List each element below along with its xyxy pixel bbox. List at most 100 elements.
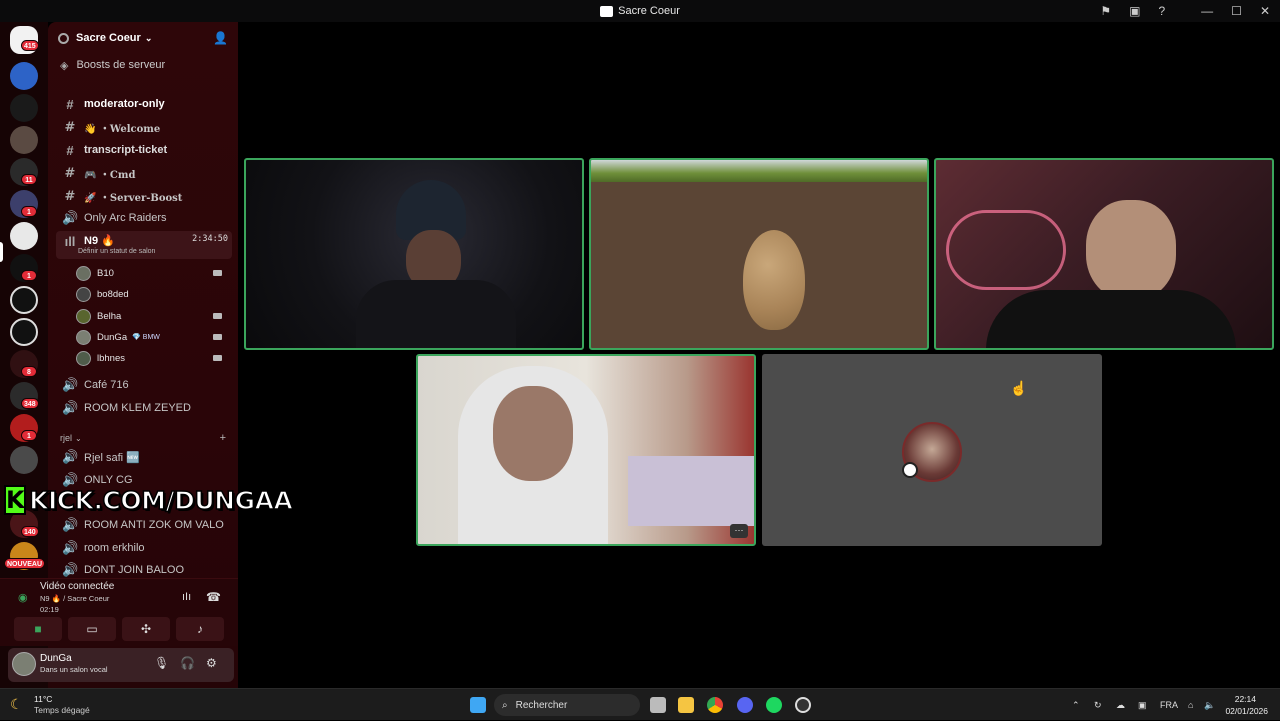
dm-badge: 415 <box>21 40 39 51</box>
voice-channel-path[interactable]: N9 🔥 / Sacre Coeur <box>40 594 109 603</box>
file-explorer-icon[interactable] <box>678 697 694 713</box>
voice-channel-active[interactable]: ıll N9 🔥 2:34:50 Définir un statut de sa… <box>56 231 232 259</box>
clock-time[interactable]: 22:14 <box>1235 694 1256 704</box>
voice-user[interactable]: bo8ded <box>76 284 232 304</box>
discord-app-icon <box>600 5 614 17</box>
voice-user[interactable]: Belha <box>76 306 232 326</box>
discord-icon[interactable] <box>737 697 753 713</box>
maximize-button[interactable]: ☐ <box>1231 4 1242 18</box>
user-name: Belha <box>97 310 122 322</box>
stream-overlay-kick: K KICK.COM/DUNGAA <box>4 484 294 516</box>
boosts-link[interactable]: ◈ Boosts de serveur <box>48 54 238 76</box>
minimize-button[interactable]: — <box>1201 4 1213 18</box>
video-tile[interactable] <box>934 158 1274 350</box>
kick-logo-icon: K <box>4 485 27 515</box>
volume-icon[interactable]: 🔈 <box>1204 689 1215 721</box>
voice-connection-panel: ◉ Vidéo connectée N9 🔥 / Sacre Coeur 02:… <box>0 578 238 646</box>
microphone-icon[interactable]: 🎙 <box>154 656 169 670</box>
channel-cmd[interactable]: # 🎮 ・Cmd <box>56 163 232 183</box>
chrome-icon[interactable] <box>707 697 723 713</box>
voice-user[interactable]: DunGa 💎 BMW <box>76 327 232 347</box>
gear-icon[interactable]: ⚙ <box>206 656 217 670</box>
voice-channel-dont-join[interactable]: 🔊 DONT JOIN BALOO <box>56 560 232 580</box>
camera-icon <box>213 355 222 361</box>
voice-channel-anti-zok[interactable]: 🔊 ROOM ANTI ZOK OM VALO <box>56 515 232 535</box>
speaker-icon: 🔊 <box>62 562 79 577</box>
avatar[interactable] <box>12 652 36 676</box>
language-indicator[interactable]: FRA <box>1160 689 1178 721</box>
server-icon[interactable] <box>10 94 38 122</box>
category-rjel[interactable]: rjel ⌄ + <box>56 428 232 448</box>
voice-channel-only-arc-raiders[interactable]: 🔊 Only Arc Raiders <box>56 208 232 228</box>
soundboard-button[interactable]: ♪ <box>176 617 224 641</box>
search-box[interactable]: ⌕ Rechercher <box>494 694 640 716</box>
voice-channel-rjel-safi[interactable]: 🔊 Rjel safi 🆕 <box>56 447 232 467</box>
channel-welcome[interactable]: # 👋 ・Welcome <box>56 117 232 137</box>
server-icon[interactable] <box>10 446 38 474</box>
set-status-hint[interactable]: Définir un statut de salon <box>78 248 155 255</box>
server-badge: 8 <box>21 366 37 377</box>
server-icon[interactable] <box>10 126 38 154</box>
speaker-icon: 🔊 <box>62 540 79 555</box>
disconnect-icon[interactable]: ☎ <box>206 590 221 604</box>
tray-onedrive-icon[interactable]: ☁ <box>1116 689 1125 721</box>
spotify-icon[interactable] <box>766 697 782 713</box>
user-status: Dans un salon vocal <box>40 665 108 674</box>
tray-sync-icon[interactable]: ↻ <box>1094 689 1102 721</box>
hash-icon: # <box>66 142 74 158</box>
channel-transcript-ticket[interactable]: # transcript-ticket <box>56 140 232 160</box>
invite-user-icon[interactable]: 👤 <box>213 31 228 45</box>
server-icon[interactable] <box>10 318 38 346</box>
server-icon[interactable] <box>10 62 38 90</box>
video-tile-no-camera[interactable] <box>762 354 1102 546</box>
video-tile[interactable]: ··· <box>416 354 756 546</box>
voice-user[interactable]: lbhnes <box>76 348 232 368</box>
boosts-label: Boosts de serveur <box>76 59 166 71</box>
help-icon[interactable]: ? <box>1158 4 1165 18</box>
user-name: B10 <box>97 267 114 279</box>
tile-more-icon[interactable]: ··· <box>730 524 748 538</box>
headphones-icon[interactable]: 🎧 <box>180 656 195 670</box>
weather-temp[interactable]: 11°C <box>34 694 52 704</box>
clock-date[interactable]: 02/01/2026 <box>1225 706 1268 716</box>
grass-strip <box>591 160 927 182</box>
screen-share-button[interactable]: ▭ <box>68 617 116 641</box>
inbox-icon[interactable]: ▣ <box>1129 4 1140 18</box>
server-icon-sacre-coeur[interactable] <box>10 222 38 250</box>
weather-desc[interactable]: Temps dégagé <box>34 705 90 715</box>
user-name: bo8ded <box>97 288 129 300</box>
start-button-icon[interactable] <box>470 697 486 713</box>
noise-suppression-icon[interactable]: ıIı <box>182 591 191 603</box>
signal-icon: ◉ <box>18 592 28 604</box>
server-icon[interactable] <box>10 286 38 314</box>
weather-moon-icon[interactable]: ☾ <box>10 696 23 713</box>
task-view-icon[interactable] <box>650 697 666 713</box>
mouse-cursor-icon: ☝ <box>1010 380 1028 396</box>
server-badge: 1 <box>21 270 37 281</box>
channel-moderator-only[interactable]: # moderator-only <box>56 94 232 114</box>
voice-status: Vidéo connectée <box>40 581 115 592</box>
channel-server-boost[interactable]: # 🚀 ・Server-Boost <box>56 186 232 206</box>
obs-icon[interactable] <box>795 697 811 713</box>
add-channel-icon[interactable]: + <box>220 432 226 444</box>
voice-user[interactable]: B10 <box>76 263 232 283</box>
tray-chevron-icon[interactable]: ⌃ <box>1072 689 1080 721</box>
network-icon[interactable]: ⌂ <box>1188 689 1193 721</box>
camera-button[interactable]: ■ <box>14 617 62 641</box>
flag-icon[interactable]: ⚑ <box>1100 4 1111 18</box>
video-tile[interactable] <box>589 158 929 350</box>
server-header[interactable]: Sacre Coeur ⌄ 👤 <box>48 22 238 54</box>
channel-label: ROOM KLEM ZEYED <box>84 402 191 414</box>
voice-channel-cafe[interactable]: 🔊 Café 716 <box>56 375 232 395</box>
video-tile[interactable] <box>244 158 584 350</box>
activities-button[interactable]: ✣ <box>122 617 170 641</box>
channel-label: N9 🔥 <box>84 235 115 247</box>
user-name[interactable]: DunGa <box>40 653 72 664</box>
avatar <box>76 308 91 324</box>
tray-app-icon[interactable]: ▣ <box>1138 689 1147 721</box>
speaker-icon: 🔊 <box>62 449 79 464</box>
voice-channel-room-klem[interactable]: 🔊 ROOM KLEM ZEYED <box>56 398 232 418</box>
voice-channel-room-erkhilo[interactable]: 🔊 room erkhilo <box>56 538 232 558</box>
close-window-button[interactable]: ✕ <box>1260 4 1270 18</box>
server-badge: 1 <box>21 206 37 217</box>
